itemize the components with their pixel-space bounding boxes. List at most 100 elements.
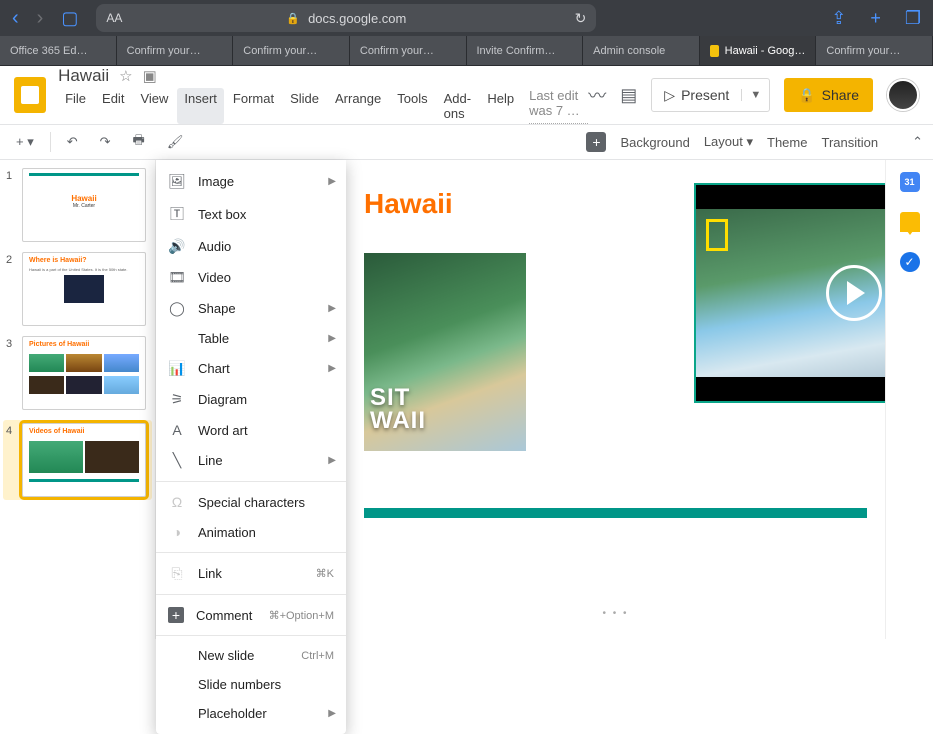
add-box-button[interactable]: + — [586, 132, 606, 152]
menu-insert[interactable]: Insert — [177, 88, 224, 124]
menubar: File Edit View Insert Format Slide Arran… — [58, 88, 588, 124]
undo-button[interactable]: ↶ — [61, 130, 84, 154]
insert-line[interactable]: ╲Line▶ — [156, 445, 346, 476]
menu-addons[interactable]: Add-ons — [437, 88, 479, 124]
transition-button[interactable]: Transition — [821, 135, 878, 150]
insert-comment[interactable]: +Comment⌘+Option+M — [156, 600, 346, 630]
chevron-right-icon: ▶ — [328, 176, 336, 187]
document-title[interactable]: Hawaii — [58, 66, 109, 86]
present-dropdown[interactable]: ▼ — [741, 89, 769, 101]
redo-button[interactable]: ↷ — [94, 130, 117, 154]
browser-toolbar: ‹ › ▢ AA 🔒 docs.google.com ↻ ⇪ + ❐ — [0, 0, 933, 36]
chart-icon: 📊 — [168, 360, 186, 377]
browser-tabstrip: Office 365 Ed… Confirm your… Confirm you… — [0, 36, 933, 66]
star-icon[interactable]: ☆ — [119, 67, 132, 85]
slide-thumb-active[interactable]: Videos of Hawaii — [22, 423, 146, 497]
slide-thumb[interactable]: Hawaii Mr. Carter — [22, 168, 146, 242]
menu-edit[interactable]: Edit — [95, 88, 131, 124]
calendar-addon-icon[interactable] — [900, 172, 920, 192]
share-sheet-icon[interactable]: ⇪ — [831, 8, 846, 29]
menu-tools[interactable]: Tools — [390, 88, 434, 124]
collapse-toolbar-icon[interactable]: ⌃ — [912, 134, 923, 150]
menu-format[interactable]: Format — [226, 88, 281, 124]
browser-tab[interactable]: Office 365 Ed… — [0, 36, 117, 65]
move-folder-icon[interactable]: ▣ — [143, 67, 157, 85]
insert-video[interactable]: 🎞Video — [156, 262, 346, 293]
insert-table[interactable]: Table▶ — [156, 324, 346, 353]
background-button[interactable]: Background — [620, 135, 689, 150]
account-avatar[interactable] — [887, 79, 919, 111]
tasks-addon-icon[interactable] — [900, 252, 920, 272]
new-slide-button[interactable]: + ▾ — [10, 130, 40, 154]
present-button[interactable]: ▷Present ▼ — [651, 78, 770, 112]
insert-link: ⎘Link⌘K — [156, 558, 346, 589]
image-icon: 🖼 — [168, 173, 186, 190]
speaker-notes-handle[interactable]: • • • — [346, 605, 885, 621]
share-button[interactable]: 🔒 Share — [784, 78, 873, 112]
browser-tab[interactable]: Invite Confirm… — [467, 36, 584, 65]
slide-canvas-area[interactable]: Hawaii SITWAII • • • — [346, 160, 885, 639]
menu-file[interactable]: File — [58, 88, 93, 124]
chevron-right-icon: ▶ — [328, 303, 336, 314]
shape-icon: ◯ — [168, 300, 186, 317]
slides-app-icon[interactable] — [14, 77, 46, 113]
slide-title[interactable]: Hawaii — [364, 188, 453, 220]
menu-arrange[interactable]: Arrange — [328, 88, 388, 124]
menu-view[interactable]: View — [133, 88, 175, 124]
lock-icon: 🔒 — [286, 12, 300, 25]
menu-help[interactable]: Help — [480, 88, 521, 124]
tabs-overview-icon[interactable]: ❐ — [905, 8, 921, 29]
reader-aa-icon[interactable]: AA — [106, 11, 122, 25]
last-edit-link[interactable]: Last edit was 7 … — [529, 88, 588, 124]
insert-image[interactable]: 🖼Image▶ — [156, 166, 346, 197]
bookmarks-icon[interactable]: ▢ — [61, 8, 78, 29]
paint-format-button[interactable]: 🖌 — [161, 130, 190, 154]
activity-dashboard-icon[interactable]: 〰︎ — [588, 82, 606, 108]
insert-slide-numbers[interactable]: Slide numbers — [156, 670, 346, 699]
insert-diagram[interactable]: ⚞Diagram — [156, 384, 346, 415]
insert-animation: ◑Animation — [156, 517, 346, 547]
url-host: docs.google.com — [308, 11, 406, 26]
insert-shape[interactable]: ◯Shape▶ — [156, 293, 346, 324]
layout-button[interactable]: Layout ▾ — [704, 134, 753, 150]
slide-thumb-row[interactable]: 2 Where is Hawaii? Hawaii is a part of t… — [6, 252, 149, 326]
slide-footer-bar — [364, 508, 867, 518]
diagram-icon: ⚞ — [168, 391, 186, 408]
browser-tab-active[interactable]: Hawaii - Goog… — [700, 36, 817, 65]
slide-thumb[interactable]: Where is Hawaii? Hawaii is a part of the… — [22, 252, 146, 326]
browser-tab[interactable]: Admin console — [583, 36, 700, 65]
slide-thumb[interactable]: Pictures of Hawaii — [22, 336, 146, 410]
slide-video[interactable] — [694, 183, 885, 403]
insert-textbox[interactable]: 🅃Text box — [156, 197, 346, 231]
theme-button[interactable]: Theme — [767, 135, 807, 150]
insert-menu-dropdown: 🖼Image▶ 🅃Text box 🔊Audio 🎞Video ◯Shape▶ … — [156, 160, 346, 734]
insert-wordart[interactable]: AWord art — [156, 415, 346, 445]
reload-icon[interactable]: ↻ — [575, 10, 587, 27]
address-bar[interactable]: AA 🔒 docs.google.com ↻ — [96, 4, 596, 32]
slide-thumb-row[interactable]: 4 Videos of Hawaii — [3, 420, 152, 500]
browser-tab[interactable]: Confirm your… — [350, 36, 467, 65]
present-icon: ▷ — [664, 87, 675, 104]
slide-image-left[interactable]: SITWAII — [364, 253, 526, 451]
new-tab-icon[interactable]: + — [870, 8, 881, 29]
animation-icon: ◑ — [168, 524, 186, 540]
browser-tab[interactable]: Confirm your… — [117, 36, 234, 65]
slide-canvas[interactable]: Hawaii SITWAII — [364, 168, 867, 558]
insert-audio[interactable]: 🔊Audio — [156, 231, 346, 262]
keep-addon-icon[interactable] — [900, 212, 920, 232]
browser-tab[interactable]: Confirm your… — [233, 36, 350, 65]
print-button[interactable]: 🖶 — [127, 127, 151, 157]
slide-thumb-row[interactable]: 1 Hawaii Mr. Carter — [6, 168, 149, 242]
forward-button[interactable]: › — [37, 7, 44, 30]
browser-tab[interactable]: Confirm your… — [816, 36, 933, 65]
play-icon[interactable] — [826, 265, 882, 321]
comments-icon[interactable]: ▤ — [620, 85, 637, 106]
slide-thumb-row[interactable]: 3 Pictures of Hawaii — [6, 336, 149, 410]
menu-slide[interactable]: Slide — [283, 88, 326, 124]
back-button[interactable]: ‹ — [12, 7, 19, 30]
document-bar: Hawaii ☆ ▣ File Edit View Insert Format … — [0, 66, 933, 124]
line-icon: ╲ — [168, 452, 186, 469]
insert-chart[interactable]: 📊Chart▶ — [156, 353, 346, 384]
slide-thumbnails-panel[interactable]: 1 Hawaii Mr. Carter 2 Where is Hawaii? H… — [0, 160, 156, 639]
insert-new-slide[interactable]: New slideCtrl+M — [156, 641, 346, 670]
